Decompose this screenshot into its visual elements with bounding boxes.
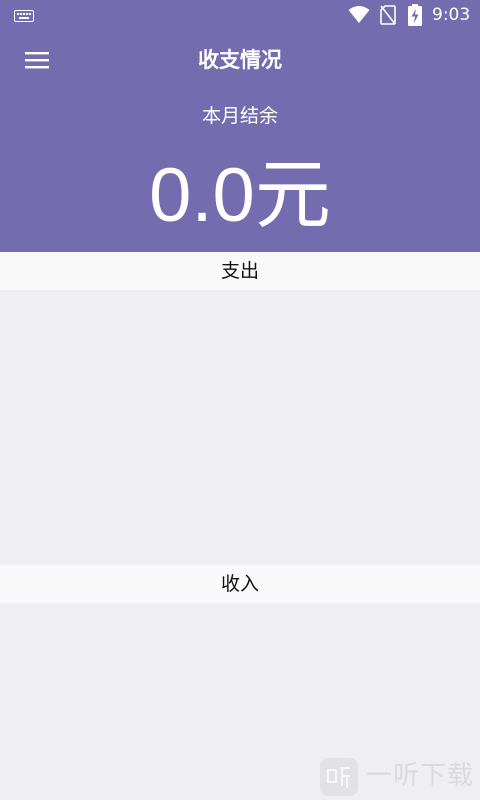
monthly-balance-label: 本月结余 [201,105,278,127]
expense-section-header[interactable]: 支出 [0,252,480,290]
summary-header: 9:03 收支情况 本月结余 0.0元 [0,0,480,252]
watermark-logo-icon [320,758,358,796]
page-title: 收支情况 [198,48,282,72]
wifi-icon [348,6,370,23]
status-bar: 9:03 [0,0,480,32]
watermark: 一听下载 [318,756,478,796]
battery-charging-icon [408,4,422,26]
keyboard-icon [14,10,34,22]
no-sim-icon [380,5,396,25]
watermark-text: 一听下载 [366,761,475,791]
income-section-title: 收入 [220,573,259,595]
status-time: 9:03 [432,5,471,25]
monthly-balance-amount: 0.0元 [149,153,331,238]
income-section-header[interactable]: 收入 [0,565,480,603]
expense-list [0,290,480,565]
expense-section-title: 支出 [220,260,259,282]
